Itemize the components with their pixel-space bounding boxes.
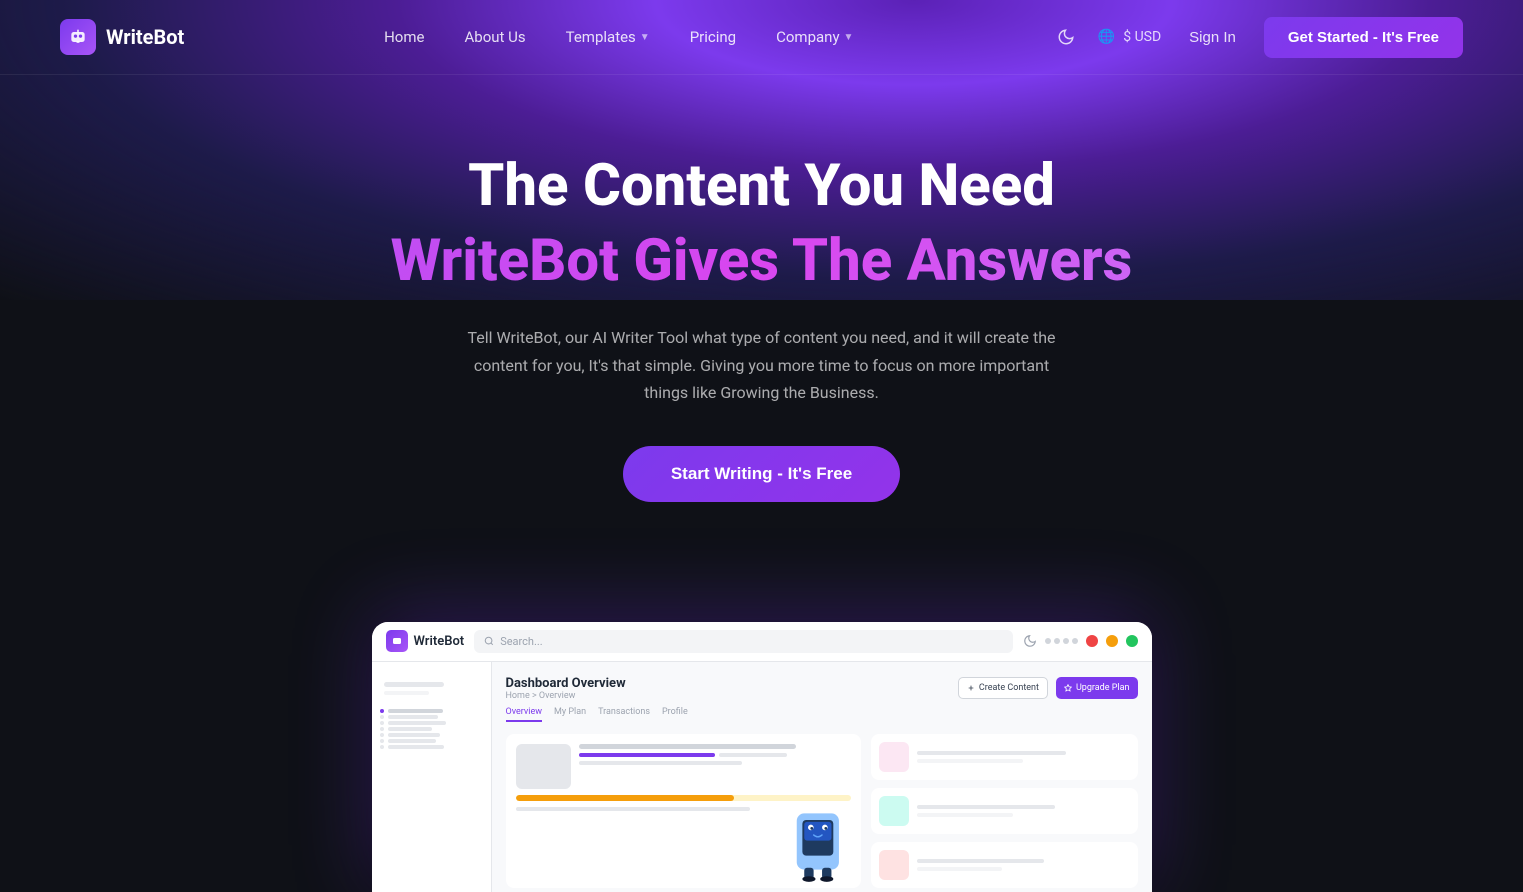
dashboard-main: Dashboard Overview Home > Overview Creat… — [492, 662, 1152, 892]
stats-line-2 — [579, 761, 742, 765]
flag-icon: 🌐 — [1095, 26, 1117, 48]
dot2 — [1054, 638, 1060, 644]
teal-line-1 — [917, 805, 1055, 809]
hero-title-line2: WriteBot Gives The Answers — [20, 227, 1503, 297]
tab-myplan[interactable]: My Plan — [554, 707, 586, 722]
pink-line-1 — [917, 751, 1066, 755]
red-line-2 — [917, 867, 1002, 871]
stat-content-teal — [917, 805, 1130, 817]
sign-in-button[interactable]: Sign In — [1177, 21, 1248, 54]
hero-section: The Content You Need WriteBot Gives The … — [0, 75, 1523, 622]
dark-mode-toggle[interactable] — [1053, 24, 1079, 50]
hero-cta-button[interactable]: Start Writing - It's Free — [623, 446, 900, 502]
sidebar-nav-item-3[interactable] — [372, 721, 491, 725]
nav-right: 🌐 $ USD Sign In Get Started - It's Free — [1053, 17, 1463, 58]
stat-content-red — [917, 859, 1130, 871]
dashboard-preview: WriteBot Search... — [0, 622, 1523, 892]
tab-profile[interactable]: Profile — [662, 707, 688, 722]
dot1 — [1045, 638, 1051, 644]
dashboard-breadcrumb: Home > Overview — [506, 691, 626, 701]
stat-content-pink — [917, 751, 1130, 763]
dashboard-window: WriteBot Search... — [372, 622, 1152, 892]
pink-line-2 — [917, 759, 1023, 763]
main-stats-card — [506, 734, 861, 888]
window-controls — [1023, 634, 1138, 648]
dashboard-content-grid — [506, 734, 1138, 888]
window-theme-icon — [1023, 634, 1037, 648]
window-topbar: WriteBot Search... — [372, 622, 1152, 662]
nav-about[interactable]: About Us — [448, 20, 541, 54]
dashboard-title: Dashboard Overview — [506, 676, 626, 691]
sidebar-nav-item-5[interactable] — [372, 733, 491, 737]
red-line-1 — [917, 859, 1045, 863]
dashboard-actions: Create Content Upgrade Plan — [958, 677, 1138, 699]
skeleton-line-a — [516, 807, 751, 811]
dot4 — [1072, 638, 1078, 644]
stat-icon-red — [879, 850, 909, 880]
hero-subtitle: Tell WriteBot, our AI Writer Tool what t… — [452, 324, 1072, 406]
dashboard-body: Dashboard Overview Home > Overview Creat… — [372, 662, 1152, 892]
window-minimize-dot — [1106, 635, 1118, 647]
currency-display: 🌐 $ USD — [1095, 26, 1161, 48]
stat-icon-teal — [879, 796, 909, 826]
logo-text: WriteBot — [106, 25, 184, 49]
stats-bar-1 — [579, 753, 715, 757]
navbar: WriteBot Home About Us Templates ▼ Prici… — [0, 0, 1523, 75]
get-started-button[interactable]: Get Started - It's Free — [1264, 17, 1463, 58]
nav-links: Home About Us Templates ▼ Pricing Compan… — [368, 20, 869, 54]
dash-header-row: Dashboard Overview Home > Overview Creat… — [506, 676, 1138, 701]
nav-company[interactable]: Company ▼ — [760, 20, 869, 54]
company-dropdown-arrow: ▼ — [844, 32, 854, 43]
robot-illustration — [778, 799, 853, 888]
nav-pricing[interactable]: Pricing — [674, 20, 752, 54]
tab-transactions[interactable]: Transactions — [598, 707, 650, 722]
sidebar-nav-item-1[interactable] — [372, 709, 491, 713]
dashboard-sidebar — [372, 662, 492, 892]
nav-templates[interactable]: Templates ▼ — [550, 20, 666, 54]
sidebar-skeleton-2 — [384, 691, 429, 695]
nav-home[interactable]: Home — [368, 20, 440, 54]
window-logo-icon — [386, 630, 408, 652]
window-maximize-dot — [1126, 635, 1138, 647]
upgrade-plan-btn[interactable]: Upgrade Plan — [1056, 677, 1138, 699]
logo-link[interactable]: WriteBot — [60, 19, 184, 55]
stats-lines — [579, 744, 851, 789]
window-search-bar[interactable]: Search... — [474, 630, 1012, 653]
hero-title-line1: The Content You Need — [20, 155, 1503, 219]
stat-card-red — [871, 842, 1138, 888]
yellow-progress-fill — [516, 795, 734, 801]
tab-overview[interactable]: Overview — [506, 707, 542, 722]
stats-progress-row — [579, 753, 851, 757]
search-placeholder-text: Search... — [500, 635, 543, 648]
dot3 — [1063, 638, 1069, 644]
window-close-dot — [1086, 635, 1098, 647]
sidebar-nav-item-7[interactable] — [372, 745, 491, 749]
logo-icon — [60, 19, 96, 55]
create-content-btn[interactable]: Create Content — [958, 677, 1048, 699]
stat-card-teal — [871, 788, 1138, 834]
stats-bar-2 — [719, 753, 787, 757]
sidebar-skeleton-1 — [384, 682, 444, 687]
stat-icon-pink — [879, 742, 909, 772]
right-cards — [871, 734, 1138, 888]
stats-thumbnail — [516, 744, 571, 789]
sidebar-nav-item-2[interactable] — [372, 715, 491, 719]
teal-line-2 — [917, 813, 1013, 817]
window-dot-row — [1045, 638, 1078, 644]
sidebar-nav-item-4[interactable] — [372, 727, 491, 731]
window-logo: WriteBot — [386, 630, 465, 652]
stats-card-row1 — [516, 744, 851, 789]
stats-line-1 — [579, 744, 797, 749]
templates-dropdown-arrow: ▼ — [640, 32, 650, 43]
dashboard-tabs: Overview My Plan Transactions Profile — [506, 707, 1138, 722]
